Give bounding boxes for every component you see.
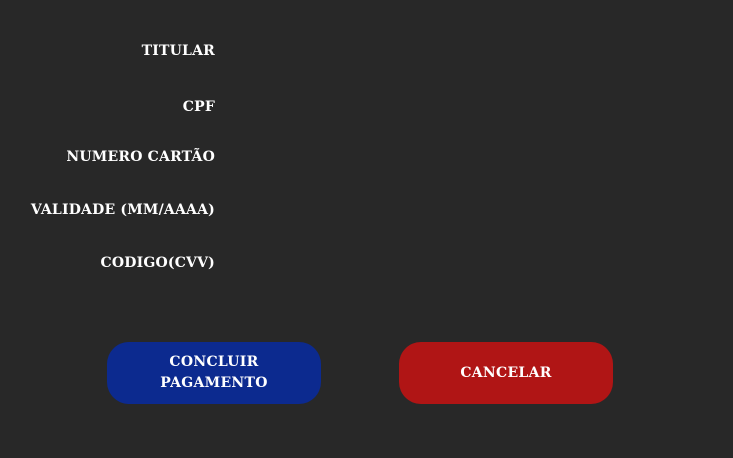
cpf-label: CPF bbox=[182, 99, 215, 115]
cpf-input[interactable] bbox=[232, 96, 652, 118]
cvv-label: CODIGO(CVV) bbox=[100, 255, 215, 271]
cancel-button[interactable]: CANCELAR bbox=[399, 342, 613, 404]
card-number-input[interactable] bbox=[232, 146, 652, 168]
expiry-label: VALIDADE (MM/AAAA) bbox=[30, 202, 215, 218]
titular-label: TITULAR bbox=[141, 43, 215, 59]
confirm-payment-button[interactable]: CONCLUIR PAGAMENTO bbox=[107, 342, 321, 404]
card-number-label: NUMERO CARTÃO bbox=[66, 149, 215, 165]
titular-input[interactable] bbox=[232, 40, 652, 62]
cvv-input[interactable] bbox=[232, 252, 652, 274]
expiry-input[interactable] bbox=[232, 199, 652, 221]
